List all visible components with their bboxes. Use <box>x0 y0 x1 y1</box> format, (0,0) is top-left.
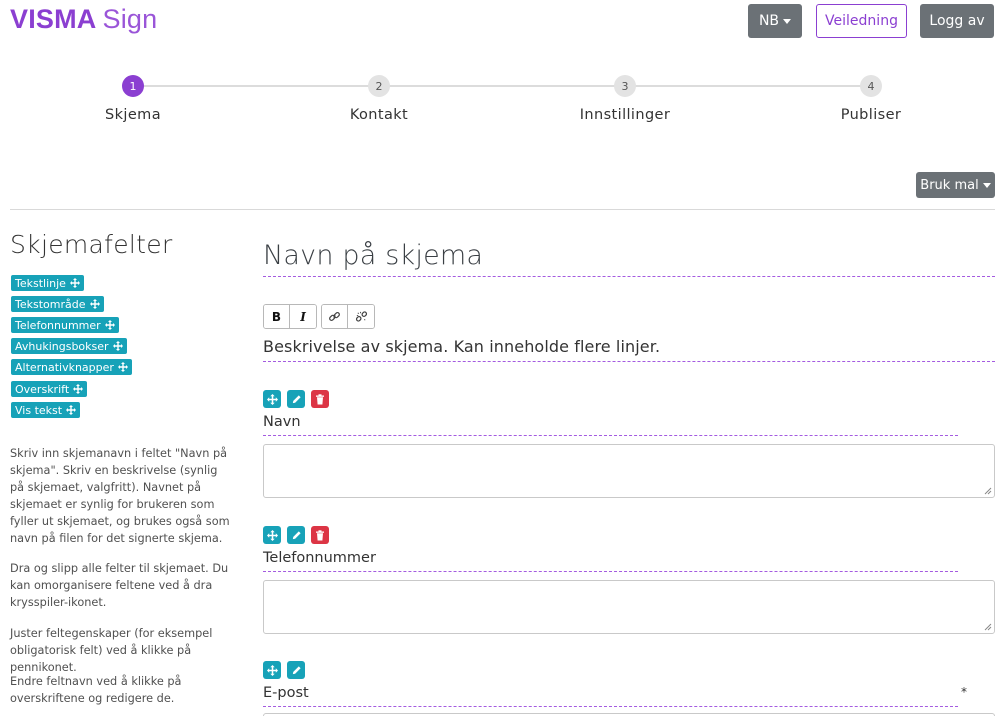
form-description-editable[interactable]: Beskrivelse av skjema. Kan inneholde fle… <box>263 337 660 356</box>
move-arrows-icon <box>266 664 278 676</box>
caret-down-icon <box>982 182 991 188</box>
field-label-editable[interactable]: Navn <box>263 414 301 430</box>
required-marker: * <box>961 685 967 699</box>
move-field-button[interactable] <box>263 661 281 679</box>
logo-product: Sign <box>102 4 158 34</box>
step-1-circle[interactable]: 1 <box>122 75 144 97</box>
edit-field-button[interactable] <box>287 661 305 679</box>
pencil-icon <box>292 394 301 403</box>
resize-handle-icon[interactable] <box>984 623 992 631</box>
field-type-textarea[interactable]: Tekstområde <box>11 296 104 312</box>
italic-button[interactable]: I <box>290 305 316 328</box>
field-type-label: Overskrift <box>15 382 70 396</box>
field-label-editable[interactable]: E-post <box>263 685 309 701</box>
move-arrows-icon <box>266 529 278 541</box>
move-arrows-icon <box>89 299 100 309</box>
trash-icon <box>316 529 324 540</box>
move-arrows-icon <box>66 405 77 415</box>
pencil-icon <box>292 530 301 539</box>
language-label: NB <box>758 13 780 29</box>
sidebar-title: Skjemafelter <box>10 230 173 259</box>
field-type-radio-buttons[interactable]: Alternativknapper <box>11 359 132 375</box>
step-1-label[interactable]: Skjema <box>53 107 213 123</box>
field-type-phone[interactable]: Telefonnummer <box>11 317 119 333</box>
link-button[interactable] <box>322 305 348 328</box>
field-label-underline <box>263 435 958 436</box>
edit-field-button[interactable] <box>287 526 305 544</box>
field-type-label: Tekstlinje <box>15 276 66 290</box>
move-arrows-icon <box>104 320 115 330</box>
move-arrows-icon <box>266 393 278 405</box>
delete-field-button[interactable] <box>311 526 329 544</box>
unlink-icon <box>355 311 367 322</box>
guide-button[interactable]: Veiledning <box>816 4 907 38</box>
field-type-label: Alternativknapper <box>15 360 114 374</box>
pencil-icon <box>292 665 301 674</box>
link-button-group <box>321 304 375 329</box>
field-type-label: Vis tekst <box>15 403 63 417</box>
help-text-rename: Endre feltnavn ved å klikke på overskrif… <box>10 675 182 705</box>
move-field-button[interactable] <box>263 390 281 408</box>
link-icon <box>329 311 340 322</box>
field-type-label: Avhukingsbokser <box>15 339 109 353</box>
form-title-editable[interactable]: Navn på skjema <box>263 240 483 271</box>
language-dropdown-button[interactable]: NB <box>748 4 802 38</box>
text-editor-toolbar: B I <box>263 304 375 329</box>
field-type-checkboxes[interactable]: Avhukingsbokser <box>11 338 127 354</box>
help-text-drag-drop: Dra og slipp alle felter til skjemaet. D… <box>10 562 229 609</box>
format-button-group: B I <box>263 304 317 329</box>
visma-sign-logo[interactable]: VISMA Sign <box>10 4 157 35</box>
description-underline <box>263 361 995 362</box>
field-label-underline <box>263 571 958 572</box>
step-3-label[interactable]: Innstillinger <box>545 107 705 123</box>
step-4-label[interactable]: Publiser <box>791 107 951 123</box>
step-2-label[interactable]: Kontakt <box>299 107 459 123</box>
edit-field-button[interactable] <box>287 390 305 408</box>
help-text-properties: Juster feltegenskaper (for eksempel obli… <box>10 627 213 674</box>
title-underline <box>263 276 995 277</box>
trash-icon <box>316 393 324 404</box>
step-2-circle[interactable]: 2 <box>368 75 390 97</box>
move-arrows-icon <box>69 278 80 288</box>
unlink-button[interactable] <box>348 305 374 328</box>
move-arrows-icon <box>112 341 123 351</box>
name-field-input[interactable] <box>263 444 995 498</box>
field-type-label: Tekstområde <box>15 297 86 311</box>
resize-handle-icon[interactable] <box>984 487 992 495</box>
logo-brand: VISMA <box>10 4 97 34</box>
phone-field-input[interactable] <box>263 580 995 634</box>
use-template-button[interactable]: Bruk mal <box>916 172 995 198</box>
field-type-show-text[interactable]: Vis tekst <box>11 402 81 418</box>
field-label-underline <box>263 706 958 707</box>
section-divider <box>10 209 995 210</box>
stepper-track <box>133 85 871 87</box>
move-field-button[interactable] <box>263 526 281 544</box>
field-type-label: Telefonnummer <box>15 318 101 332</box>
step-3-circle[interactable]: 3 <box>614 75 636 97</box>
logout-button[interactable]: Logg av <box>920 4 994 38</box>
field-label-editable[interactable]: Telefonnummer <box>263 550 376 566</box>
use-template-label: Bruk mal <box>920 177 979 193</box>
field-type-heading[interactable]: Overskrift <box>11 381 88 397</box>
caret-down-icon <box>783 18 792 24</box>
delete-field-button[interactable] <box>311 390 329 408</box>
help-text-naming: Skriv inn skjemanavn i feltet "Navn på s… <box>10 447 230 545</box>
step-4-circle[interactable]: 4 <box>860 75 882 97</box>
move-arrows-icon <box>117 362 128 372</box>
field-type-textline[interactable]: Tekstlinje <box>11 275 84 291</box>
move-arrows-icon <box>73 384 84 394</box>
bold-button[interactable]: B <box>264 305 290 328</box>
